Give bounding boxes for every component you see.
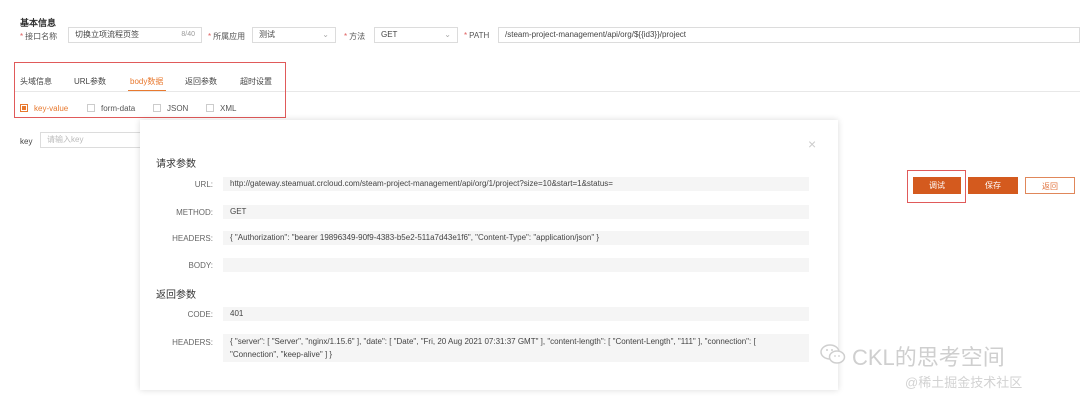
key-placeholder: 请输入key [47,135,84,144]
chevron-down-icon: ⌄ [444,30,451,39]
response-headers-label: HEADERS: [172,338,213,347]
api-name-value: 切换立项流程页签 [75,30,139,39]
back-button[interactable]: 返回 [1025,177,1075,194]
app-select-value: 测试 [259,30,275,39]
request-headers-label: HEADERS: [172,234,213,243]
api-name-input[interactable]: 切换立项流程页签 8/40 [68,27,202,43]
path-label: * PATH [464,31,490,40]
body-label: BODY: [188,261,213,270]
app-select[interactable]: 测试 ⌄ [252,27,336,43]
api-name-counter: 8/40 [181,31,195,38]
code-value: 401 [223,307,809,321]
method-row-label: METHOD: [176,208,213,217]
path-value: /steam-project-management/api/org/${{id3… [505,30,686,39]
watermark-site: @稀土掘金技术社区 [905,375,1023,390]
highlight-box-tabs [14,62,286,118]
response-params-title: 返回参数 [156,290,196,301]
api-name-label: * 接口名称 [20,32,58,41]
path-input[interactable]: /steam-project-management/api/org/${{id3… [498,27,1080,43]
url-label: URL: [194,180,213,189]
method-label: * 方法 [344,32,366,41]
method-select-value: GET [381,30,398,39]
wechat-icon [820,344,846,364]
close-icon[interactable]: × [808,136,816,152]
watermark-author: CKL的思考空间 [852,345,1005,370]
request-headers-value: { "Authorization": "bearer 19896349-90f9… [223,231,809,245]
section-title-basic-info: 基本信息 [20,18,57,28]
request-params-title: 请求参数 [156,159,196,170]
app-label: * 所属应用 [208,32,246,41]
body-value [223,258,809,272]
url-value: http://gateway.steamuat.crcloud.com/stea… [223,177,809,191]
key-input[interactable]: 请输入key [40,132,150,148]
chevron-down-icon: ⌄ [322,30,329,39]
key-label: key [20,137,33,146]
code-label: CODE: [187,310,213,319]
response-headers-value: { "server": [ "Server", "nginx/1.15.6" ]… [223,334,809,362]
method-row-value: GET [223,205,809,219]
method-select[interactable]: GET ⌄ [374,27,458,43]
save-button[interactable]: 保存 [968,177,1018,194]
highlight-box-debug [907,170,966,203]
